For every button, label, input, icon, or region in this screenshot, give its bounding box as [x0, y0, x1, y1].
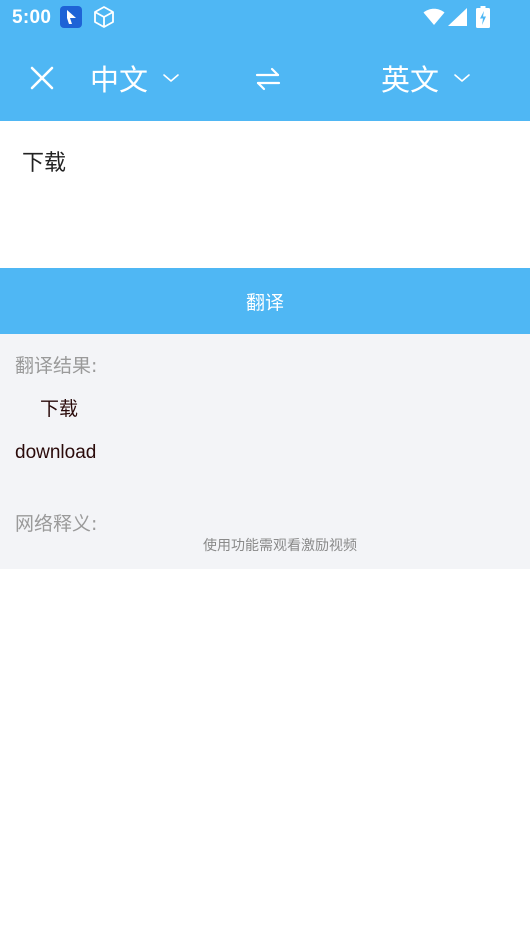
chevron-down-icon	[454, 74, 470, 82]
battery-charging-icon	[476, 6, 490, 28]
cell-signal-icon	[448, 8, 467, 26]
target-language-label: 英文	[381, 63, 440, 97]
reward-video-hint-link[interactable]: 使用功能需观看激励视频	[0, 535, 530, 555]
swap-arrows-icon	[255, 67, 281, 91]
status-bar: 5:00	[0, 0, 530, 36]
app-notification-icon	[60, 6, 82, 28]
source-text-input[interactable]: 下载	[0, 121, 530, 268]
translate-button-label: 翻译	[245, 291, 284, 314]
result-translated-text: download	[15, 442, 97, 463]
translate-button[interactable]: 翻译	[0, 268, 530, 334]
web-definition-header: 网络释义:	[15, 513, 98, 535]
source-text-value: 下载	[22, 151, 67, 176]
wifi-icon	[423, 8, 445, 25]
target-language-selector[interactable]: 英文	[381, 58, 471, 98]
swap-languages-button[interactable]	[252, 64, 284, 94]
close-icon	[30, 66, 54, 90]
close-button[interactable]	[20, 56, 64, 100]
language-toolbar: 中文 英文	[0, 36, 530, 121]
status-time: 5:00	[12, 7, 52, 28]
package-box-icon	[94, 6, 114, 28]
result-header: 翻译结果:	[15, 355, 98, 377]
source-language-selector[interactable]: 中文	[90, 58, 180, 98]
source-language-label: 中文	[90, 63, 149, 97]
chevron-down-icon	[163, 74, 179, 82]
result-panel: 翻译结果: 下载 download 网络释义: 使用功能需观看激励视频	[0, 334, 530, 569]
result-source-text: 下载	[40, 398, 79, 420]
